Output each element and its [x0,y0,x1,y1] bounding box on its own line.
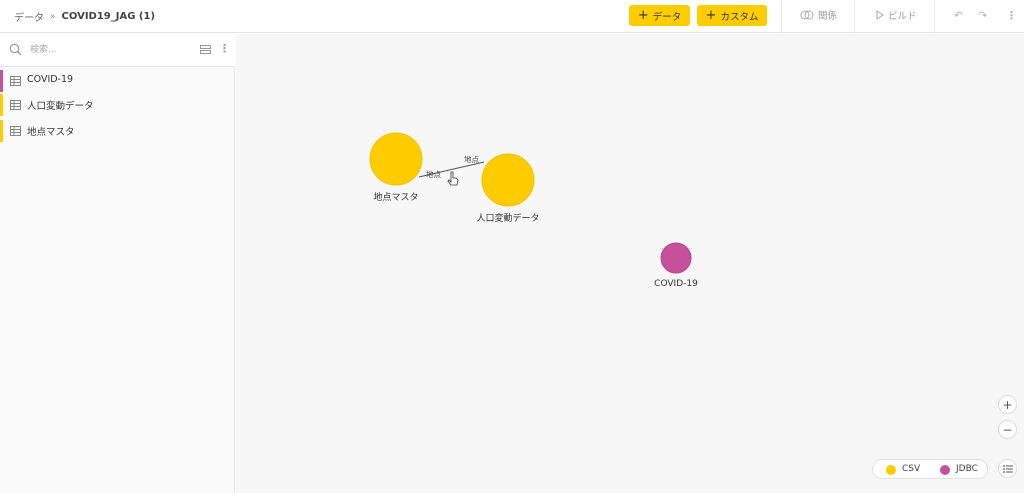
table-icon [10,126,21,136]
build-button[interactable]: ビルド [876,8,917,22]
sidebar-item-jinko[interactable]: 人口変動データ [0,93,234,117]
plus-icon: + [705,8,717,23]
divider [854,0,855,33]
legend-label-csv: CSV [902,464,921,474]
list-icon [1002,464,1013,473]
node-covid[interactable] [660,242,692,274]
legend: CSV JDBC [872,459,988,479]
legend-label-jdbc: JDBC [956,464,978,474]
node-label: COVID-19 [654,279,698,289]
legend-dot-jdbc [940,465,950,475]
breadcrumb-current: COVID19_JAG (1) [61,11,156,22]
sidebar-item-covid-19[interactable]: COVID-19 [0,69,234,93]
add-data-button[interactable]: + データ [629,5,690,26]
node-label: 地点マスタ [373,191,418,203]
item-color-bar [0,120,3,142]
table-icon [10,100,21,110]
zoom-out-button[interactable]: − [998,420,1017,439]
edge-from-label: 地点 [426,169,441,179]
table-icon [10,76,21,86]
search-icon [9,43,22,56]
relation-button[interactable]: 関係 [800,8,837,22]
item-color-bar [0,70,3,92]
search-input[interactable] [30,41,180,59]
sidebar-item-label: 人口変動データ [27,101,94,112]
legend-toggle-button[interactable] [998,459,1017,478]
item-color-bar [0,94,3,116]
add-data-label: データ [652,11,682,23]
search-bar: ⋮ [0,33,235,67]
build-label: ビルド [888,11,917,22]
more-menu-icon[interactable]: ⋮ [1006,9,1017,22]
list-view-icon[interactable] [200,45,211,54]
sidebar-more-icon[interactable]: ⋮ [219,42,230,55]
relation-icon [800,10,814,20]
edge-to-label: 地点 [464,154,479,164]
relation-label: 関係 [818,11,838,22]
add-custom-label: カスタム [720,11,759,23]
play-icon [876,10,884,20]
graph-canvas[interactable]: 地点 地点 地点マスタ 人口変動データ COVID-19 [236,34,1024,493]
sidebar-item-label: COVID-19 [27,74,74,85]
node-jinko[interactable] [481,153,535,207]
hand-cursor-icon [447,171,459,186]
sidebar-item-label: 地点マスタ [27,127,75,138]
redo-icon[interactable]: ↷ [978,9,987,22]
breadcrumb-separator: » [50,11,56,22]
breadcrumb: データ » COVID19_JAG (1) [14,9,155,24]
plus-icon: + [637,8,649,23]
zoom-in-button[interactable]: + [998,395,1017,414]
sidebar: ⋮ COVID-19 人口変動データ 地点マスタ [0,33,235,493]
divider [934,0,935,33]
undo-icon[interactable]: ↶ [954,9,963,22]
add-custom-button[interactable]: + カスタム [697,5,767,26]
node-label: 人口変動データ [476,212,539,224]
node-chiten[interactable] [369,132,423,186]
sidebar-item-chiten[interactable]: 地点マスタ [0,119,234,143]
legend-dot-csv [886,465,896,475]
divider [781,0,782,33]
breadcrumb-root[interactable]: データ [14,9,44,24]
graph-svg: 地点 地点 地点マスタ 人口変動データ COVID-19 [369,132,698,289]
top-bar: データ » COVID19_JAG (1) + データ + カスタム 関係 ビル… [0,0,1024,33]
